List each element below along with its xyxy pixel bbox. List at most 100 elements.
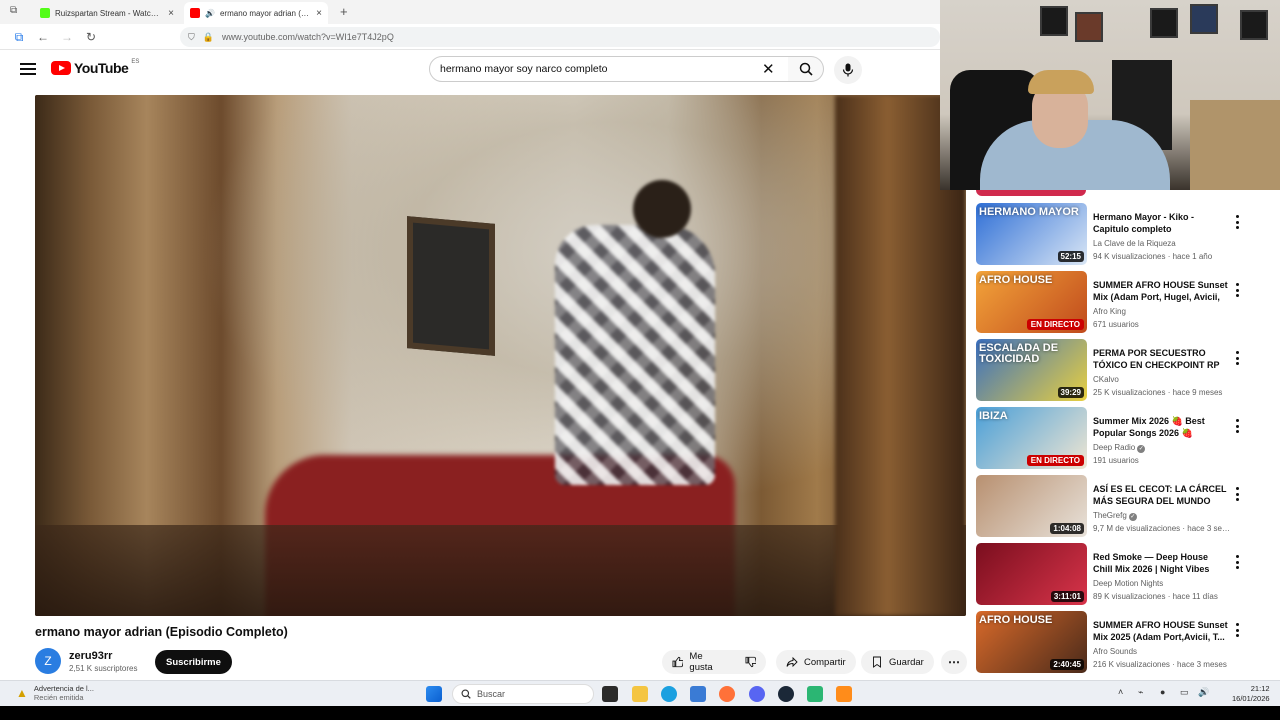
bookmark-icon bbox=[873, 656, 881, 668]
recommendation-item[interactable]: 1:04:08 ASÍ ES EL CECOT: LA CÁRCEL MÁS SE… bbox=[976, 475, 1246, 537]
collections-icon[interactable]: ⧉ bbox=[10, 28, 28, 46]
lock-icon[interactable]: 🔒 bbox=[203, 32, 214, 43]
recommendation-title[interactable]: Red Smoke — Deep House Chill Mix 2026 | … bbox=[1093, 551, 1228, 575]
recommendation-channel[interactable]: La Clave de la Riqueza bbox=[1093, 239, 1176, 248]
more-options-icon[interactable] bbox=[1234, 487, 1240, 501]
discord-icon[interactable] bbox=[749, 686, 765, 702]
recommendation-title[interactable]: Summer Mix 2026 🍓 Best Popular Songs 202… bbox=[1093, 415, 1228, 439]
video-thumbnail[interactable]: AFRO HOUSE EN DIRECTO bbox=[976, 271, 1087, 333]
share-button[interactable]: Compartir bbox=[776, 650, 856, 674]
taskbar-clock[interactable]: 21:12 16/01/2026 bbox=[1232, 684, 1270, 704]
video-floor bbox=[35, 525, 966, 616]
search-query[interactable]: hermano mayor soy narco completo bbox=[440, 63, 608, 75]
more-options-icon[interactable] bbox=[1234, 215, 1240, 229]
like-button[interactable]: Me gusta bbox=[662, 650, 766, 674]
channel-avatar[interactable]: Z bbox=[35, 648, 61, 674]
save-label: Guardar bbox=[889, 656, 924, 668]
close-tab-icon[interactable]: × bbox=[168, 8, 174, 19]
edge-icon[interactable] bbox=[661, 686, 677, 702]
search-button[interactable] bbox=[788, 56, 824, 82]
more-options-icon[interactable] bbox=[1234, 555, 1240, 569]
more-options-icon[interactable] bbox=[1234, 351, 1240, 365]
save-button[interactable]: Guardar bbox=[861, 650, 934, 674]
thumbnail-overlay-text: AFRO HOUSE bbox=[979, 274, 1053, 286]
video-thumbnail[interactable]: ESCALADA DE TOXICIDAD 39:29 bbox=[976, 339, 1087, 401]
channel-name-text: CKalvo bbox=[1093, 375, 1119, 384]
volume-icon[interactable]: 🔊 bbox=[1198, 687, 1209, 698]
recommendation-item[interactable]: AFRO HOUSE 2:40:45 SUMMER AFRO HOUSE Sunse… bbox=[976, 611, 1246, 673]
more-options-icon[interactable] bbox=[1234, 623, 1240, 637]
menu-icon[interactable] bbox=[18, 60, 38, 80]
channel-name[interactable]: zeru93rr bbox=[69, 650, 112, 662]
show-hidden-icons-icon[interactable]: ˄ bbox=[1118, 687, 1123, 697]
file-explorer-icon[interactable] bbox=[632, 686, 648, 702]
recommendation-title[interactable]: Hermano Mayor - Kiko - Capitulo completo bbox=[1093, 211, 1228, 235]
recommendation-item[interactable]: ESCALADA DE TOXICIDAD 39:29 PERMA POR SECU… bbox=[976, 339, 1246, 401]
network-icon[interactable]: ⌁ bbox=[1138, 687, 1143, 698]
taskbar-search-placeholder: Buscar bbox=[477, 689, 506, 699]
video-thumbnail[interactable]: 1:04:08 bbox=[976, 475, 1087, 537]
address-bar[interactable]: ⛉ 🔒 www.youtube.com/watch?v=WI1e7T4J2pQ bbox=[180, 27, 940, 47]
video-thumbnail[interactable]: AFRO HOUSE 2:40:45 bbox=[976, 611, 1087, 673]
voice-search-button[interactable] bbox=[834, 56, 862, 84]
tab-actions-icon[interactable]: ⧉ bbox=[10, 5, 17, 16]
verified-icon: ✓ bbox=[1137, 445, 1146, 453]
recommendation-title[interactable]: PERMA POR SECUESTRO TÓXICO EN CHECKPOINT… bbox=[1093, 347, 1228, 371]
more-actions-button[interactable]: ⋯ bbox=[941, 650, 967, 674]
recommendation-channel[interactable]: TheGrefg ✓ bbox=[1093, 511, 1137, 521]
video-player[interactable] bbox=[35, 95, 966, 616]
subscribe-button[interactable]: Suscribirme bbox=[155, 650, 232, 674]
youtube-header: YouTube ES hermano mayor soy narco compl… bbox=[0, 50, 940, 90]
clear-search-icon[interactable]: ✕ bbox=[762, 60, 775, 78]
video-thumbnail[interactable]: 3:11:01 bbox=[976, 543, 1087, 605]
recommendation-item[interactable]: IBIZA EN DIRECTO Summer Mix 2026 🍓 Best Po… bbox=[976, 407, 1246, 469]
recommendation-title[interactable]: SUMMER AFRO HOUSE Sunset Mix 2025 (Adam … bbox=[1093, 619, 1228, 643]
recommendation-channel[interactable]: Deep Motion Nights bbox=[1093, 579, 1163, 588]
back-icon[interactable]: ← bbox=[34, 28, 52, 46]
task-view-icon[interactable] bbox=[602, 686, 618, 702]
tab-youtube[interactable]: 🔊 ermano mayor adrian (Episodio × bbox=[184, 2, 328, 24]
thumbs-down-icon[interactable] bbox=[745, 656, 757, 668]
new-tab-button[interactable]: + bbox=[340, 4, 348, 19]
recommendation-item[interactable]: HERMANO MAYOR 52:15 Hermano Mayor - Kiko -… bbox=[976, 203, 1246, 265]
more-options-icon[interactable] bbox=[1234, 283, 1240, 297]
start-menu-icon[interactable] bbox=[426, 686, 442, 702]
duration-badge: 39:29 bbox=[1057, 387, 1084, 398]
url-text[interactable]: www.youtube.com/watch?v=WI1e7T4J2pQ bbox=[222, 32, 394, 42]
taskbar-notification[interactable]: ▲ Advertencia de l... Recién emitida bbox=[16, 684, 94, 702]
app-icon[interactable] bbox=[836, 686, 852, 702]
reload-icon[interactable]: ↻ bbox=[82, 28, 100, 46]
forward-icon[interactable]: → bbox=[58, 28, 76, 46]
recommendation-channel[interactable]: Afro King bbox=[1093, 307, 1126, 316]
clock-date: 16/01/2026 bbox=[1232, 694, 1270, 703]
recommendation-title[interactable]: SUMMER AFRO HOUSE Sunset Mix (Adam Port,… bbox=[1093, 279, 1228, 303]
browser-tab-bar: ⧉ Ruizspartan Stream - Watch Live × 🔊 er… bbox=[0, 0, 940, 24]
video-thumbnail[interactable]: IBIZA EN DIRECTO bbox=[976, 407, 1087, 469]
recommendation-channel[interactable]: Deep Radio ✓ bbox=[1093, 443, 1146, 453]
recommendation-item[interactable]: AFRO HOUSE EN DIRECTO SUMMER AFRO HOUSE Su… bbox=[976, 271, 1246, 333]
recommendation-title[interactable]: ASÍ ES EL CECOT: LA CÁRCEL MÁS SEGURA DE… bbox=[1093, 483, 1228, 507]
microphone-icon[interactable]: ● bbox=[1160, 687, 1165, 697]
display-icon[interactable]: ▭ bbox=[1180, 687, 1189, 698]
recommendation-item[interactable]: 3:11:01 Red Smoke — Deep House Chill Mix … bbox=[976, 543, 1246, 605]
bottom-black-bar bbox=[0, 706, 1280, 720]
speaker-icon[interactable]: 🔊 bbox=[205, 9, 215, 18]
search-input[interactable]: hermano mayor soy narco completo bbox=[429, 56, 789, 82]
app-icon[interactable] bbox=[807, 686, 823, 702]
youtube-logo[interactable]: YouTube ES bbox=[51, 59, 139, 76]
channel-name-text: Afro Sounds bbox=[1093, 647, 1138, 656]
webcam-poster bbox=[1150, 8, 1178, 38]
steam-icon[interactable] bbox=[778, 686, 794, 702]
close-tab-icon[interactable]: × bbox=[316, 8, 322, 19]
firefox-icon[interactable] bbox=[719, 686, 735, 702]
more-options-icon[interactable] bbox=[1234, 419, 1240, 433]
video-thumbnail[interactable]: HERMANO MAYOR 52:15 bbox=[976, 203, 1087, 265]
webcam-poster bbox=[1040, 6, 1068, 36]
tracking-shield-icon[interactable]: ⛉ bbox=[188, 32, 195, 43]
tab-ruizspartan[interactable]: Ruizspartan Stream - Watch Live × bbox=[34, 2, 180, 24]
taskbar-search[interactable]: Buscar bbox=[452, 684, 594, 704]
microsoft-store-icon[interactable] bbox=[690, 686, 706, 702]
recommendation-channel[interactable]: Afro Sounds bbox=[1093, 647, 1137, 656]
recommendation-channel[interactable]: CKalvo bbox=[1093, 375, 1119, 384]
webcam-poster bbox=[1240, 10, 1268, 40]
